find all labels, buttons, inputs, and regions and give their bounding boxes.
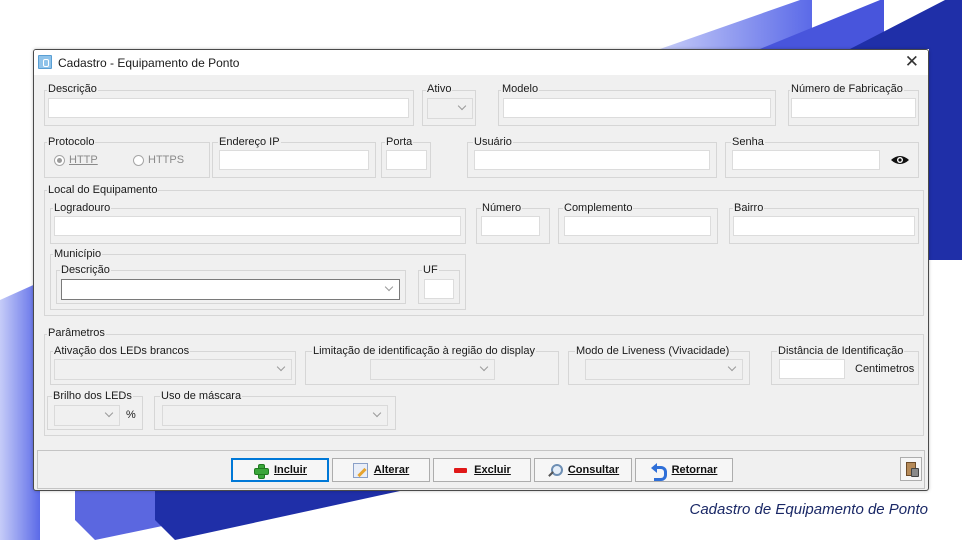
chevron-down-icon [104, 408, 114, 418]
label-parametros: Parâmetros [47, 327, 106, 339]
incluir-button[interactable]: Incluir [231, 458, 329, 482]
complemento-input[interactable] [564, 216, 711, 236]
title-bar: Cadastro - Equipamento de Ponto ✕ [34, 50, 928, 75]
brilho-unit: % [125, 409, 137, 421]
chevron-down-icon [457, 101, 467, 111]
alterar-label: Alterar [373, 464, 410, 476]
return-arrow-icon [650, 462, 667, 481]
usuario-input[interactable] [474, 150, 710, 170]
label-numero-fabricacao: Número de Fabricação [790, 83, 904, 95]
radio-http-label: HTTP [69, 154, 98, 166]
consultar-button[interactable]: Consultar [534, 458, 632, 482]
bg-stripe-bottom-dark [155, 491, 400, 540]
close-icon[interactable]: ✕ [905, 52, 919, 72]
minus-icon [453, 463, 468, 478]
numero-input[interactable] [481, 216, 540, 236]
endereco-ip-input[interactable] [219, 150, 369, 170]
porta-input[interactable] [386, 150, 427, 170]
chevron-down-icon [276, 362, 286, 372]
ativo-select[interactable] [427, 98, 473, 119]
label-usuario: Usuário [473, 136, 513, 148]
radio-http[interactable]: HTTP [54, 154, 98, 166]
numero-fabricacao-input[interactable] [791, 98, 916, 118]
bairro-input[interactable] [733, 216, 915, 236]
search-icon [547, 463, 563, 478]
label-bairro: Bairro [733, 202, 765, 214]
excluir-button[interactable]: Excluir [433, 458, 531, 482]
uso-mascara-select[interactable] [162, 405, 388, 426]
label-porta: Porta [385, 136, 414, 148]
radio-https[interactable]: HTTPS [133, 154, 184, 166]
label-senha: Senha [731, 136, 765, 148]
label-modelo: Modelo [501, 83, 540, 95]
label-modo-liveness: Modo de Liveness (Vivacidade) [575, 345, 731, 357]
label-municipio: Município [53, 248, 103, 260]
radio-http-dot [54, 154, 65, 166]
label-protocolo: Protocolo [47, 136, 96, 148]
uf-input[interactable] [424, 279, 454, 299]
label-ativacao-leds: Ativação dos LEDs brancos [53, 345, 191, 357]
radio-https-label: HTTPS [148, 154, 185, 166]
plus-icon [253, 463, 269, 479]
limitacao-select[interactable] [370, 359, 495, 380]
chevron-down-icon [384, 282, 394, 292]
logradouro-input[interactable] [54, 216, 461, 236]
window-title: Cadastro - Equipamento de Ponto [58, 56, 240, 70]
distancia-unit: Centimetros [854, 363, 916, 375]
equipment-register-window: Cadastro - Equipamento de Ponto ✕ Descri… [33, 49, 929, 491]
label-ativo: Ativo [426, 83, 453, 95]
radio-https-dot [133, 154, 144, 166]
retornar-button[interactable]: Retornar [635, 458, 733, 482]
edit-icon [352, 462, 368, 478]
modelo-input[interactable] [503, 98, 771, 118]
label-municipio-descricao: Descrição [60, 264, 111, 276]
chevron-down-icon [372, 408, 382, 418]
chevron-down-icon [727, 362, 737, 372]
label-limitacao: Limitação de identificação à região do d… [312, 345, 536, 357]
label-local-equipamento: Local do Equipamento [47, 184, 159, 196]
label-brilho: Brilho dos LEDs [52, 390, 133, 402]
incluir-label: Incluir [273, 464, 307, 476]
alterar-button[interactable]: Alterar [332, 458, 430, 482]
municipio-select[interactable] [61, 279, 400, 300]
app-icon [38, 55, 52, 69]
consultar-label: Consultar [567, 464, 620, 476]
distancia-input[interactable] [779, 359, 845, 379]
brilho-select[interactable] [54, 405, 120, 426]
page-caption: Cadastro de Equipamento de Ponto [689, 501, 929, 518]
retornar-label: Retornar [671, 464, 718, 476]
label-numero: Número [481, 202, 523, 214]
chevron-down-icon [479, 362, 489, 372]
label-uso-mascara: Uso de máscara [160, 390, 243, 402]
tools-icon[interactable] [900, 457, 922, 481]
descricao-input[interactable] [48, 98, 409, 118]
modo-liveness-select[interactable] [585, 359, 743, 380]
label-endereco-ip: Endereço IP [218, 136, 281, 148]
label-complemento: Complemento [563, 202, 634, 214]
ativacao-leds-select[interactable] [54, 359, 292, 380]
eye-icon[interactable] [890, 154, 910, 166]
label-descricao: Descrição [47, 83, 98, 95]
label-distancia: Distância de Identificação [777, 345, 905, 357]
label-uf: UF [422, 264, 439, 276]
action-bar: Incluir Alterar Excluir Consultar Retorn… [37, 450, 925, 489]
senha-input[interactable] [732, 150, 880, 170]
label-logradouro: Logradouro [53, 202, 112, 214]
excluir-label: Excluir [474, 464, 511, 476]
